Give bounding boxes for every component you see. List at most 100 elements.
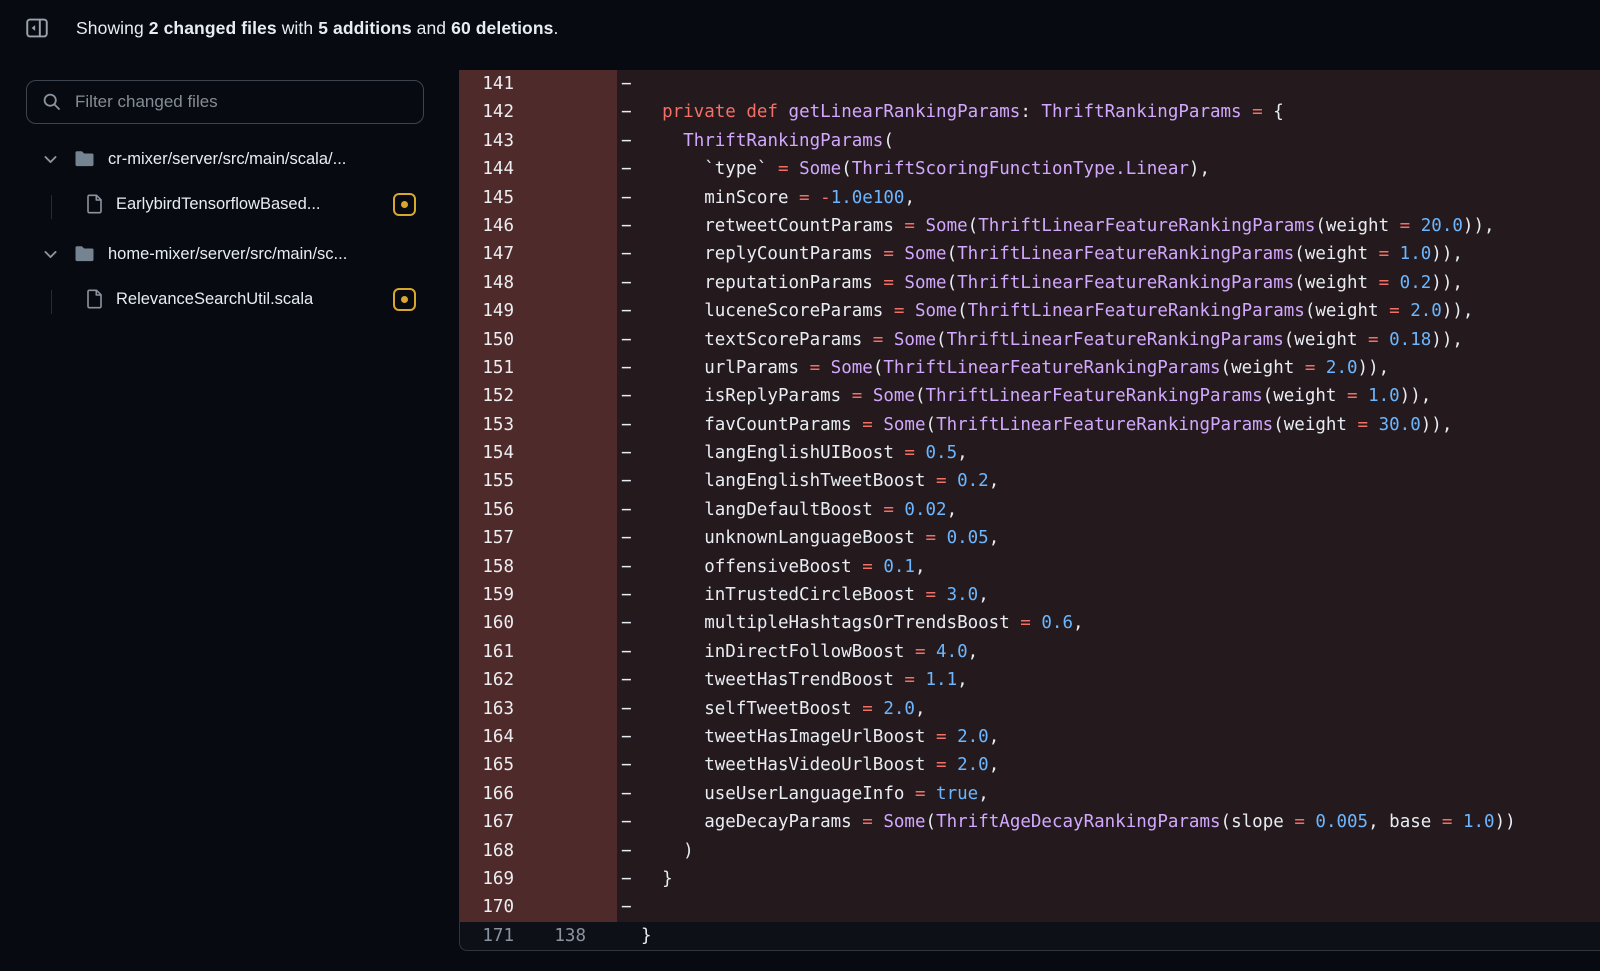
changed-files-tree: cr-mixer/server/src/main/scala/... Earlyb…	[26, 145, 416, 314]
deleted-line-row: 141 −	[460, 70, 1600, 99]
folder-icon	[74, 245, 95, 263]
deletion-sign: −	[617, 552, 641, 582]
deleted-line-row: 161 − inDirectFollowBoost = 4.0,	[460, 637, 1600, 667]
deleted-line-row: 147 − replyCountParams = Some(ThriftLinea…	[460, 240, 1600, 269]
summary-count: 5 additions	[318, 17, 412, 38]
old-line-number: 148	[482, 272, 514, 293]
chevron-down-icon[interactable]	[42, 151, 59, 168]
summary-text: .	[553, 17, 559, 38]
filter-changed-files-box[interactable]	[26, 80, 424, 124]
code-line: useUserLanguageInfo = true,	[641, 779, 1600, 809]
new-line-number	[518, 695, 588, 723]
new-line-number	[518, 808, 588, 836]
line-number-gutter: 161	[460, 637, 617, 667]
file-tree-sidebar: cr-mixer/server/src/main/scala/... Earlyb…	[0, 56, 459, 314]
code-line	[641, 70, 1600, 99]
old-line-number: 160	[482, 613, 514, 634]
line-number-gutter: 148	[460, 268, 617, 298]
line-number-gutter: 155	[460, 467, 617, 496]
code-line: ageDecayParams = Some(ThriftAgeDecayRank…	[641, 808, 1600, 837]
line-number-gutter: 164	[460, 722, 617, 752]
old-line-number: 149	[482, 301, 514, 322]
code-line: luceneScoreParams = Some(ThriftLinearFea…	[641, 297, 1600, 326]
new-line-number	[518, 496, 588, 524]
line-number-gutter: 149	[460, 297, 617, 326]
tree-file-row[interactable]: RelevanceSearchUtil.scala	[26, 284, 416, 314]
deletion-sign: −	[617, 779, 641, 809]
old-line-number: 143	[482, 130, 514, 151]
new-line-number	[518, 127, 588, 155]
line-number-gutter: 166	[460, 779, 617, 809]
new-line-number	[518, 751, 588, 779]
line-number-gutter: 146	[460, 211, 617, 241]
code-line: tweetHasVideoUrlBoost = 2.0,	[641, 751, 1600, 780]
line-number-gutter: 171 138	[460, 922, 617, 950]
code-line: ThriftRankingParams(	[641, 126, 1600, 156]
tree-folder-children: EarlybirdTensorflowBased...	[26, 189, 416, 219]
new-line-number	[518, 439, 588, 467]
new-line-number	[518, 467, 588, 495]
old-line-number: 159	[482, 585, 514, 606]
old-line-number: 162	[482, 670, 514, 691]
line-number-gutter: 157	[460, 524, 617, 553]
tree-file-row[interactable]: EarlybirdTensorflowBased...	[26, 189, 416, 219]
tree-folder-row[interactable]: home-mixer/server/src/main/sc...	[26, 240, 416, 268]
deletion-sign: −	[617, 70, 641, 99]
new-line-number	[518, 893, 588, 921]
line-number-gutter: 142	[460, 98, 617, 127]
new-line-number	[518, 297, 588, 325]
line-number-gutter: 170	[460, 893, 617, 922]
deleted-line-row: 151 − urlParams = Some(ThriftLinearFeatur…	[460, 353, 1600, 383]
deleted-line-row: 145 − minScore = -1.0e100,	[460, 183, 1600, 212]
code-line: langEnglishUIBoost = 0.5,	[641, 439, 1600, 468]
file-name-label: EarlybirdTensorflowBased...	[116, 194, 321, 213]
deleted-line-row: 155 − langEnglishTweetBoost = 0.2,	[460, 467, 1600, 496]
new-line-number	[518, 553, 588, 581]
line-number-gutter: 150	[460, 325, 617, 354]
code-line: unknownLanguageBoost = 0.05,	[641, 524, 1600, 553]
old-line-number: 146	[482, 215, 514, 236]
chevron-down-icon[interactable]	[42, 246, 59, 263]
deletion-sign: −	[617, 467, 641, 496]
new-line-number	[518, 723, 588, 751]
new-line-number	[518, 581, 588, 609]
deleted-line-row: 167 − ageDecayParams = Some(ThriftAgeDeca…	[460, 808, 1600, 837]
old-line-number: 169	[482, 868, 514, 889]
deleted-line-row: 160 − multipleHashtagsOrTrendsBoost = 0.6…	[460, 609, 1600, 638]
line-number-gutter: 169	[460, 864, 617, 894]
deletion-sign: −	[617, 495, 641, 525]
line-number-gutter: 141	[460, 70, 617, 99]
new-line-number	[518, 411, 588, 439]
file-name-label: RelevanceSearchUtil.scala	[116, 289, 314, 308]
deleted-line-row: 149 − luceneScoreParams = Some(ThriftLine…	[460, 297, 1600, 326]
new-line-number	[518, 837, 588, 865]
line-number-gutter: 145	[460, 183, 617, 212]
sidebar-collapse-icon[interactable]	[20, 12, 54, 44]
file-diff-panel[interactable]: 141 − 142 − private def getLinearRankingPar…	[459, 70, 1600, 952]
old-line-number: 161	[482, 641, 514, 662]
code-line: private def getLinearRankingParams: Thri…	[641, 98, 1600, 127]
line-number-gutter: 159	[460, 581, 617, 610]
deleted-line-row: 157 − unknownLanguageBoost = 0.05,	[460, 524, 1600, 553]
new-line-number	[518, 354, 588, 382]
line-number-gutter: 163	[460, 694, 617, 723]
line-number-gutter: 160	[460, 609, 617, 638]
code-line: selfTweetBoost = 2.0,	[641, 694, 1600, 723]
code-line: urlParams = Some(ThriftLinearFeatureRank…	[641, 353, 1600, 383]
old-line-number: 170	[482, 897, 514, 918]
deleted-line-row: 156 − langDefaultBoost = 0.02,	[460, 495, 1600, 525]
summary-text: and	[411, 17, 452, 38]
deleted-line-row: 150 − textScoreParams = Some(ThriftLinear…	[460, 325, 1600, 354]
search-icon	[42, 92, 62, 112]
code-line: tweetHasImageUrlBoost = 2.0,	[641, 722, 1600, 752]
deleted-line-row: 142 − private def getLinearRankingParams:…	[460, 98, 1600, 127]
line-number-gutter: 144	[460, 155, 617, 184]
deleted-line-row: 143 − ThriftRankingParams(	[460, 126, 1600, 156]
code-line: offensiveBoost = 0.1,	[641, 552, 1600, 582]
deletion-sign: −	[617, 836, 641, 865]
old-line-number: 141	[482, 74, 514, 94]
tree-folder-row[interactable]: cr-mixer/server/src/main/scala/...	[26, 145, 416, 173]
filter-changed-files-input[interactable]	[73, 91, 413, 113]
old-line-number: 144	[482, 159, 514, 180]
old-line-number: 152	[482, 386, 514, 407]
